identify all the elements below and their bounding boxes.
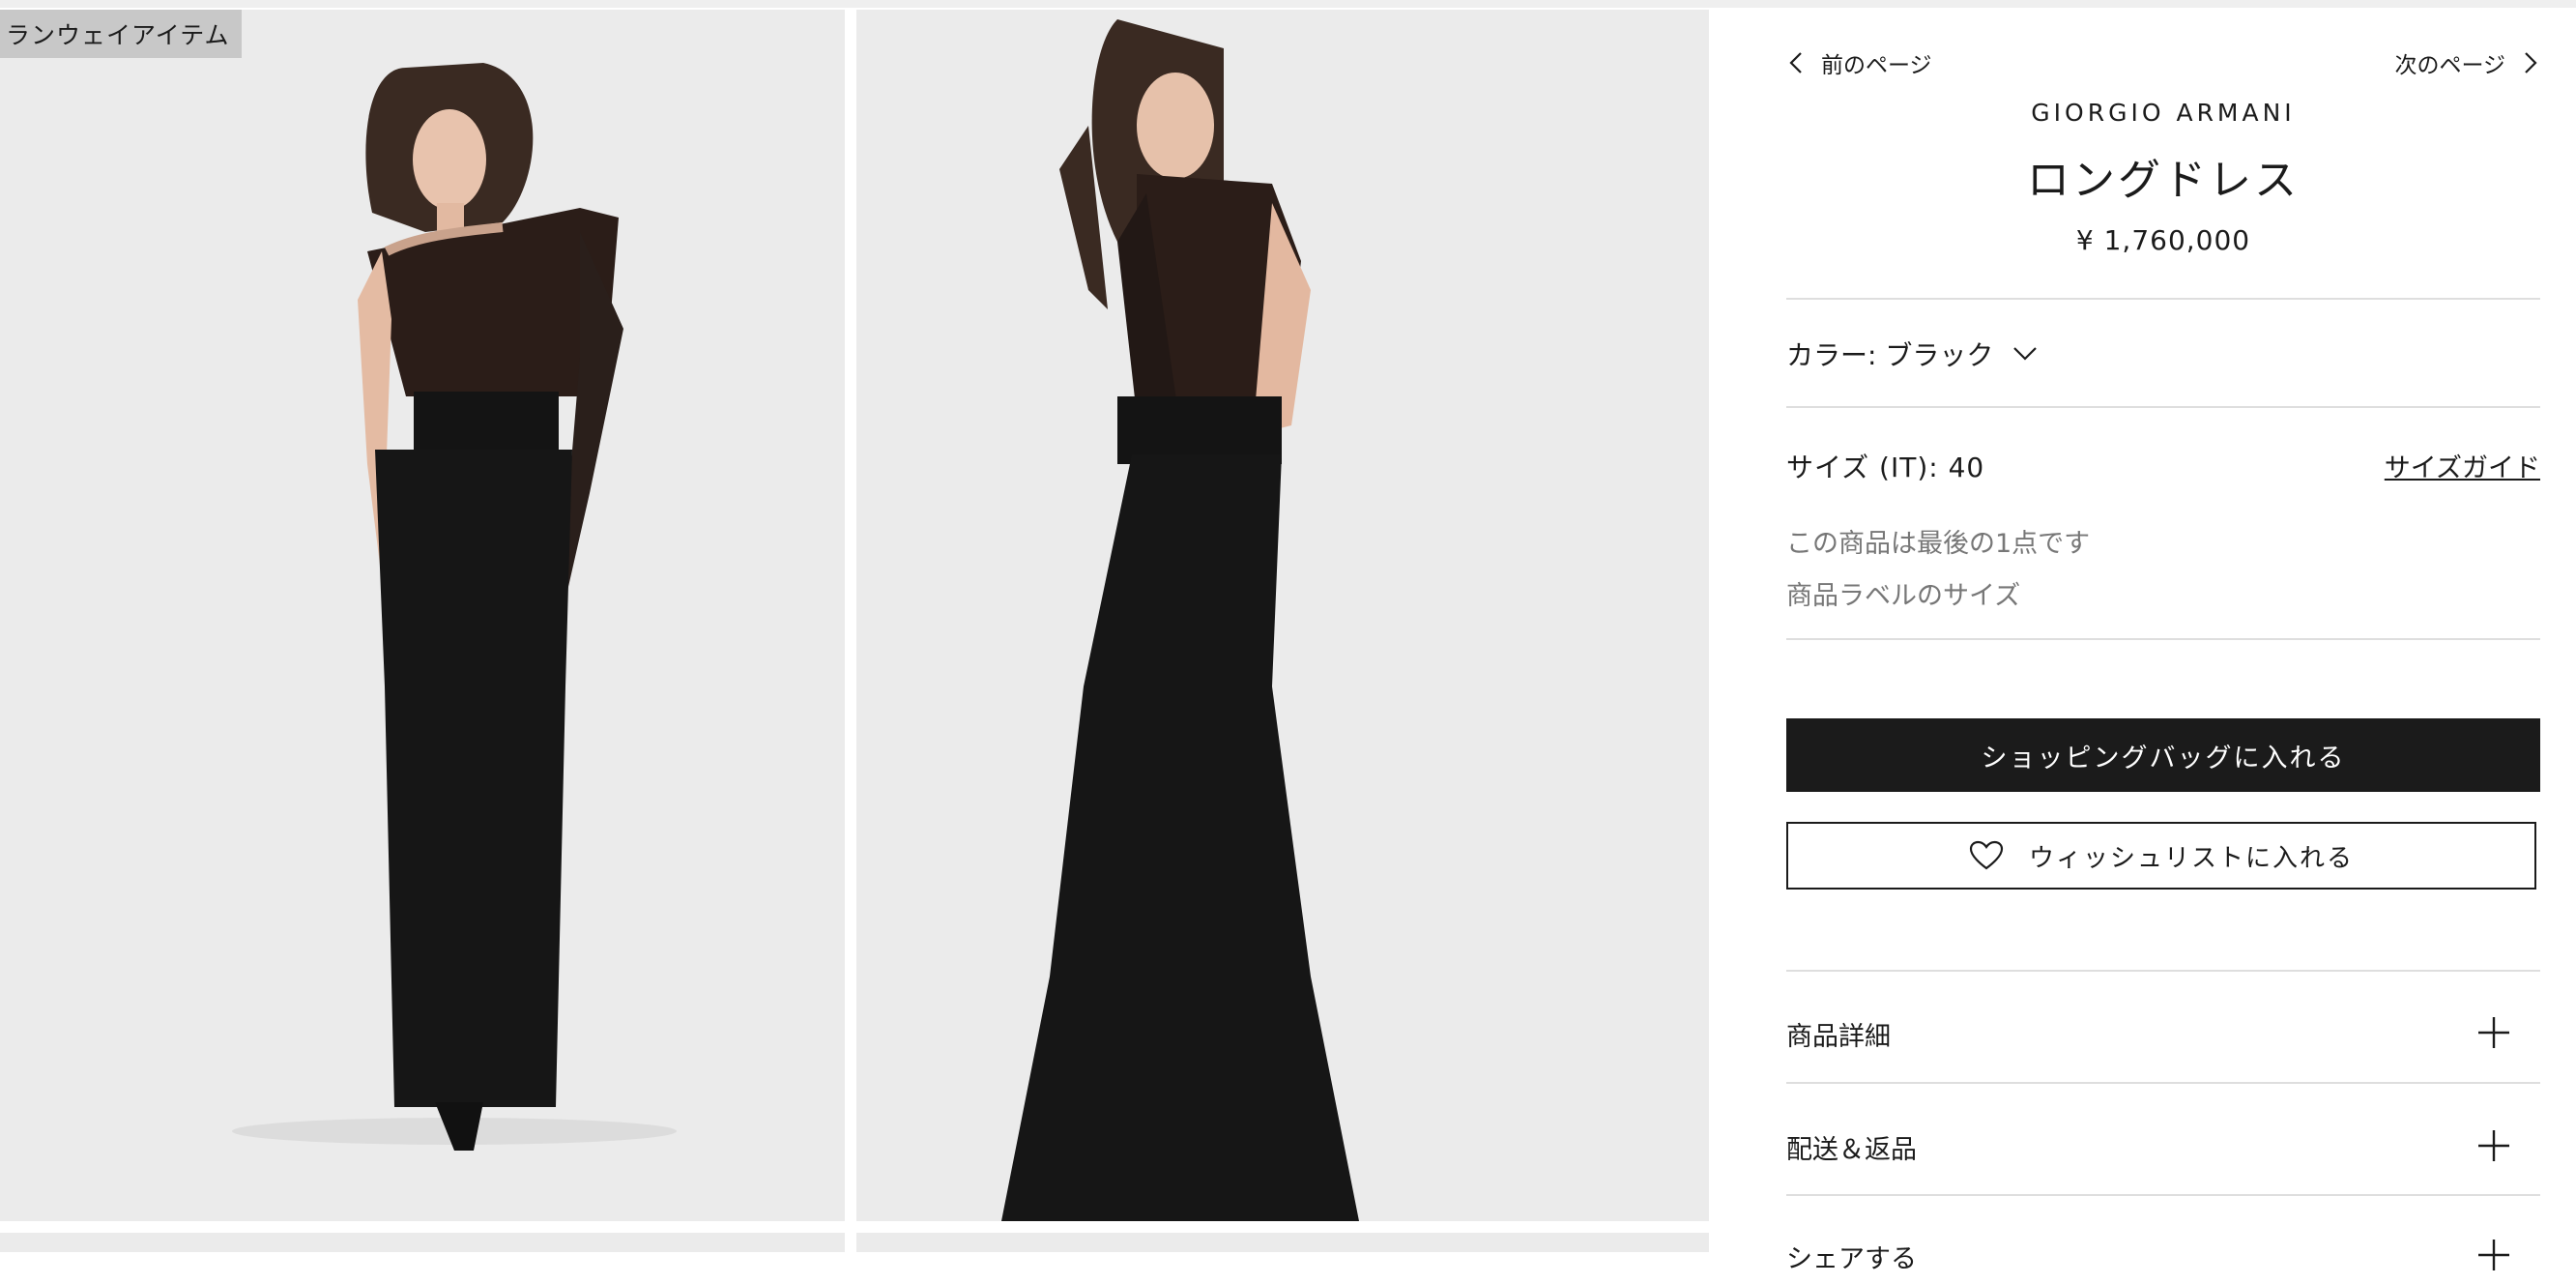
next-page-link[interactable]: 次のページ [2394, 46, 2540, 79]
page-navigation: 前のページ 次のページ [1786, 46, 2540, 85]
runway-item-badge: ランウェイアイテム [0, 10, 242, 58]
model-front-illustration [232, 63, 677, 1151]
product-photo-back[interactable] [856, 10, 1709, 1221]
top-border [0, 0, 2576, 8]
product-price: ¥ 1,760,000 [2075, 224, 2251, 256]
divider [1786, 1194, 2540, 1196]
accordion-label: シェアする [1786, 1244, 1917, 1274]
accordion-share[interactable]: シェアする [1786, 1226, 2540, 1284]
add-to-bag-button[interactable]: ショッピングバッグに入れる [1786, 718, 2540, 792]
model-back-illustration [1001, 19, 1359, 1221]
size-guide-link[interactable]: サイズガイド [2385, 447, 2540, 484]
chevron-right-icon [2525, 52, 2537, 73]
prev-page-link[interactable]: 前のページ [1786, 46, 1932, 79]
accordion-product-details[interactable]: 商品詳細 [1786, 1004, 2540, 1062]
add-to-wishlist-button[interactable]: ウィッシュリストに入れる [1786, 822, 2536, 890]
chevron-down-icon [2013, 347, 2038, 361]
wishlist-label: ウィッシュリストに入れる [2028, 843, 2354, 873]
stock-note: この商品は最後の1点です [1786, 529, 2091, 559]
plus-icon [2478, 1017, 2509, 1048]
chevron-left-icon [1789, 52, 1802, 73]
accordion-shipping-returns[interactable]: 配送＆返品 [1786, 1117, 2540, 1175]
heart-icon [1969, 840, 2004, 870]
product-gallery: ランウェイアイテム [0, 10, 1709, 1252]
product-photo-4[interactable] [856, 1233, 1709, 1252]
product-info-panel: 前のページ 次のページ GIORGIO ARMANI ロングドレス ¥ 1,76… [1786, 10, 2540, 1274]
divider [1786, 298, 2540, 300]
divider [1786, 970, 2540, 972]
divider [1786, 406, 2540, 408]
size-label-note: 商品ラベルのサイズ [1786, 581, 2021, 611]
next-page-label: 次のページ [2394, 53, 2505, 78]
product-photo-3[interactable] [0, 1233, 845, 1252]
color-label: カラー: ブラック [1786, 339, 1994, 371]
product-title: ロングドレス [2027, 156, 2300, 205]
plus-icon [2478, 1130, 2509, 1161]
divider [1786, 1082, 2540, 1084]
color-selector[interactable]: カラー: ブラック [1786, 335, 2040, 373]
prev-page-label: 前のページ [1821, 53, 1932, 78]
size-label[interactable]: サイズ (IT): 40 [1786, 447, 1984, 485]
plus-icon [2478, 1240, 2509, 1270]
accordion-label: 商品詳細 [1786, 1022, 1891, 1052]
divider [1786, 638, 2540, 640]
brand-name: GIORGIO ARMANI [2031, 99, 2296, 127]
accordion-label: 配送＆返品 [1786, 1135, 1917, 1165]
product-photo-front[interactable]: ランウェイアイテム [0, 10, 845, 1221]
